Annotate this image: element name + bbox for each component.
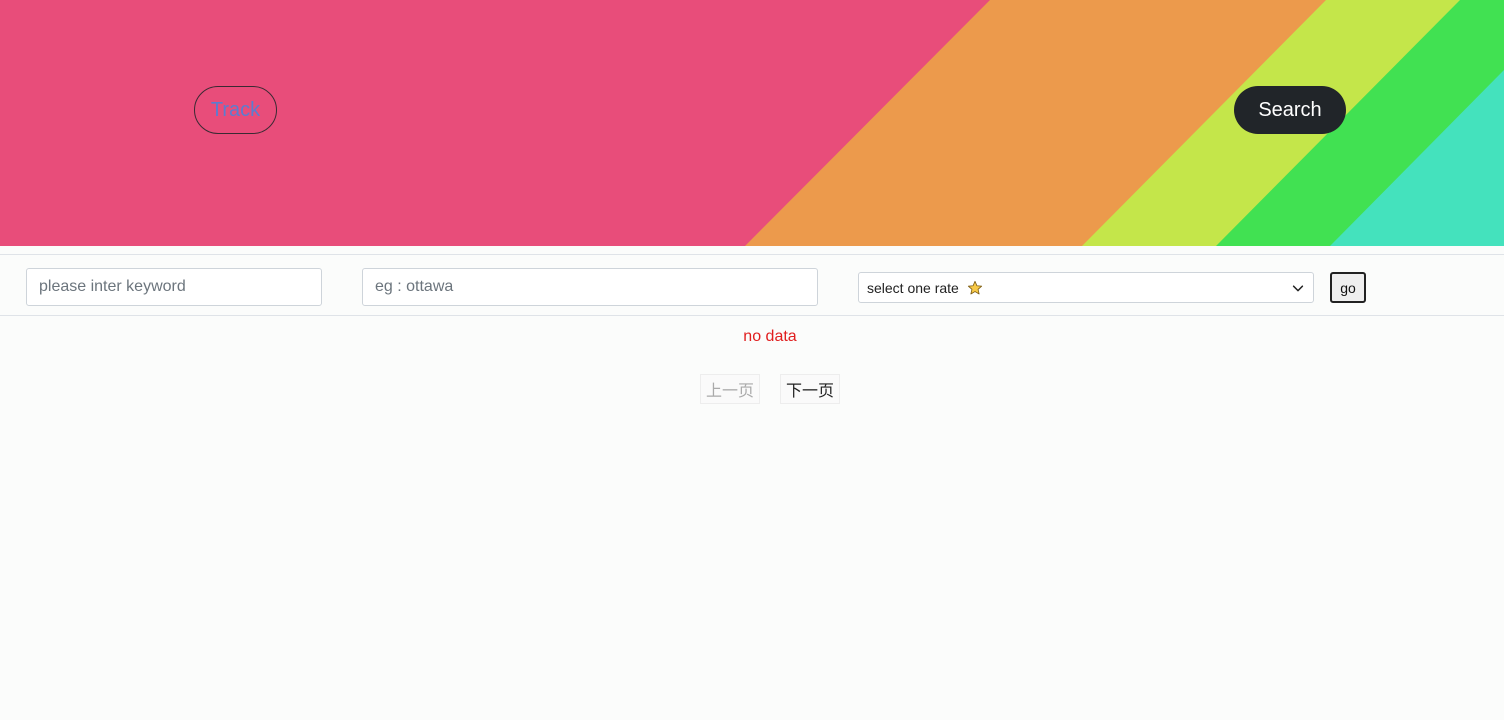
rate-select-label: select one rate [867, 280, 1291, 296]
rate-select[interactable]: select one rate [858, 272, 1314, 303]
go-button[interactable]: go [1330, 272, 1366, 303]
rate-select-text: select one rate [867, 279, 959, 296]
chevron-down-icon [1292, 284, 1304, 291]
track-button[interactable]: Track [194, 86, 277, 134]
no-data-message: no data [743, 328, 797, 345]
next-page-button[interactable]: 下一页 [780, 374, 840, 404]
star-icon [967, 280, 982, 294]
filter-bar: select one rate go [0, 254, 1504, 316]
search-button[interactable]: Search [1234, 86, 1346, 134]
header-banner: Track Search [0, 0, 1504, 246]
city-input[interactable] [362, 268, 818, 306]
prev-page-button[interactable]: 上一页 [700, 374, 760, 404]
keyword-input[interactable] [26, 268, 322, 306]
